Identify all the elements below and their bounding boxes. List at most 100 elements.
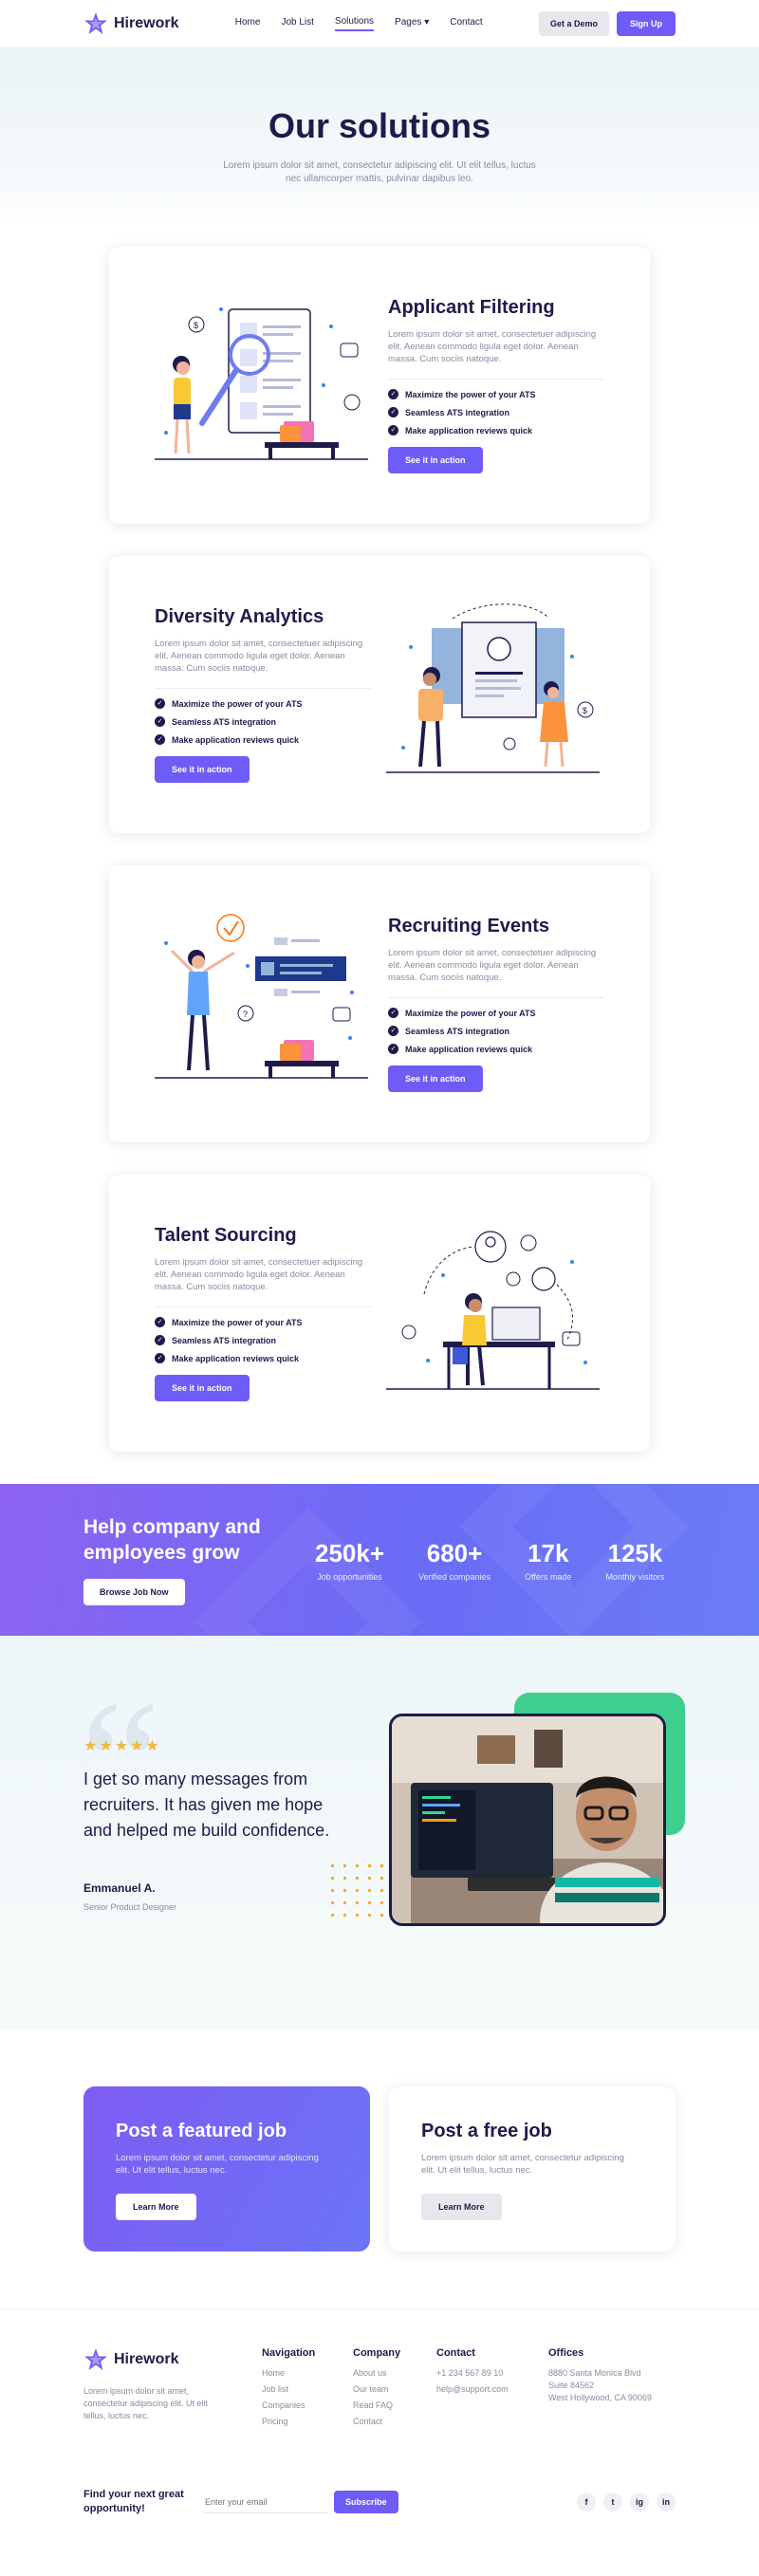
- check-circle-icon: ✓: [155, 734, 165, 745]
- feature-label: Make application reviews quick: [405, 1044, 533, 1054]
- instagram-icon[interactable]: ig: [630, 2493, 649, 2511]
- svg-text:$: $: [583, 706, 587, 715]
- check-circle-icon: ✓: [388, 1026, 398, 1036]
- solution-description: Lorem ipsum dolor sit amet, consectetuer…: [155, 1256, 371, 1307]
- feature-item: ✓ Seamless ATS integration: [388, 407, 604, 417]
- footer-phone[interactable]: +1 234 567 89 10: [436, 2368, 548, 2378]
- nav-home[interactable]: Home: [235, 17, 261, 30]
- twitter-icon[interactable]: t: [603, 2493, 622, 2511]
- featured-job-title: Post a featured job: [116, 2121, 287, 2141]
- nav-pages[interactable]: Pages ▾: [395, 17, 429, 30]
- free-job-text: Lorem ipsum dolor sit amet, consectetur …: [421, 2153, 624, 2176]
- brand-logo[interactable]: Hirework: [83, 11, 178, 36]
- feature-list: ✓ Maximize the power of your ATS ✓ Seamles…: [388, 1008, 604, 1054]
- feature-label: Make application reviews quick: [405, 425, 533, 436]
- linkedin-icon[interactable]: in: [657, 2493, 676, 2511]
- free-learn-more-button[interactable]: Learn More: [421, 2194, 502, 2220]
- free-job-card: Post a free job Lorem ipsum dolor sit am…: [389, 2086, 676, 2252]
- footer-email[interactable]: help@support.com: [436, 2384, 548, 2394]
- chevron-down-icon: ▾: [424, 17, 430, 28]
- featured-learn-more-button[interactable]: Learn More: [116, 2194, 196, 2220]
- check-circle-icon: ✓: [388, 1044, 398, 1054]
- solution-card-talent-sourcing: Talent Sourcing Lorem ipsum dolor sit am…: [109, 1175, 650, 1452]
- see-in-action-button[interactable]: See it in action: [388, 1066, 483, 1092]
- check-circle-icon: ✓: [388, 389, 398, 399]
- check-circle-icon: ✓: [155, 1335, 165, 1345]
- feature-label: Maximize the power of your ATS: [172, 698, 303, 709]
- feature-item: ✓ Seamless ATS integration: [155, 716, 371, 727]
- stat-label: Verified companies: [418, 1571, 491, 1582]
- nav-contact[interactable]: Contact: [450, 17, 482, 30]
- solution-description: Lorem ipsum dolor sit amet, consectetuer…: [388, 947, 604, 998]
- footer-link[interactable]: Job list: [262, 2384, 353, 2394]
- feature-label: Seamless ATS integration: [172, 1335, 277, 1345]
- solution-card-applicant-filtering: $ Applicant Filtering Lorem ipsum dolor …: [109, 247, 650, 524]
- feature-item: ✓ Make application reviews quick: [155, 1353, 371, 1363]
- feature-item: ✓ Maximize the power of your ATS: [388, 389, 604, 399]
- check-circle-icon: ✓: [388, 425, 398, 436]
- testimonial-section: “ ★★★★★ I get so many messages from recr…: [0, 1636, 759, 2029]
- nav-solutions[interactable]: Solutions: [334, 16, 375, 31]
- footer-brand-logo[interactable]: Hirework: [83, 2347, 262, 2372]
- footer-link[interactable]: Our team: [353, 2384, 436, 2394]
- browse-jobs-button[interactable]: Browse Job Now: [83, 1579, 185, 1605]
- nav-actions: Get a Demo Sign Up: [538, 11, 676, 36]
- feature-label: Maximize the power of your ATS: [172, 1317, 303, 1327]
- see-in-action-button[interactable]: See it in action: [388, 447, 483, 473]
- solution-title: Applicant Filtering: [388, 297, 555, 318]
- star-icon: ★: [114, 1738, 131, 1754]
- get-demo-button[interactable]: Get a Demo: [538, 11, 609, 36]
- footer-navigation: Navigation Home Job list Companies Prici…: [262, 2347, 353, 2433]
- feature-list: ✓ Maximize the power of your ATS ✓ Seamles…: [155, 698, 371, 745]
- footer-heading: Offices: [548, 2347, 584, 2359]
- facebook-icon[interactable]: f: [577, 2493, 596, 2511]
- stat-label: Offers made: [525, 1571, 572, 1582]
- page-title: Our solutions: [268, 106, 491, 145]
- feature-label: Make application reviews quick: [172, 1353, 300, 1363]
- feature-item: ✓ Make application reviews quick: [155, 734, 371, 745]
- star-logo-icon: [84, 12, 107, 34]
- featured-job-text: Lorem ipsum dolor sit amet, consectetur …: [116, 2153, 319, 2176]
- see-in-action-button[interactable]: See it in action: [155, 756, 250, 783]
- see-in-action-button[interactable]: See it in action: [155, 1375, 250, 1401]
- talent-sourcing-illustration: [386, 1218, 604, 1408]
- testimonial-role: Senior Product Designer: [83, 1902, 177, 1912]
- footer-heading: Company: [353, 2347, 401, 2359]
- star-icon: ★: [83, 1738, 100, 1754]
- diversity-analytics-illustration: $: [386, 600, 604, 789]
- check-circle-icon: ✓: [155, 716, 165, 727]
- footer-link[interactable]: Pricing: [262, 2417, 353, 2426]
- solution-card-text: Diversity Analytics Lorem ipsum dolor si…: [155, 606, 371, 783]
- check-circle-icon: ✓: [155, 698, 165, 709]
- check-circle-icon: ✓: [155, 1317, 165, 1327]
- nav-job-list[interactable]: Job List: [281, 17, 313, 30]
- feature-label: Maximize the power of your ATS: [405, 389, 536, 399]
- feature-item: ✓ Maximize the power of your ATS: [388, 1008, 604, 1018]
- newsletter-row: Find your next great opportunity! Subscr…: [83, 2488, 676, 2545]
- footer-link[interactable]: Companies: [262, 2400, 353, 2410]
- feature-label: Seamless ATS integration: [405, 1026, 510, 1036]
- feature-list: ✓ Maximize the power of your ATS ✓ Seamles…: [388, 389, 604, 436]
- check-circle-icon: ✓: [388, 407, 398, 417]
- feature-item: ✓ Maximize the power of your ATS: [155, 1317, 371, 1327]
- hero-subtitle: Lorem ipsum dolor sit amet, consectetur …: [223, 160, 536, 184]
- footer: Hirework Lorem ipsum dolor sit amet, con…: [0, 2308, 759, 2545]
- footer-link[interactable]: Contact: [353, 2417, 436, 2426]
- subscribe-button[interactable]: Subscribe: [334, 2491, 398, 2513]
- footer-link[interactable]: Home: [262, 2368, 353, 2378]
- svg-text:?: ?: [243, 1010, 248, 1019]
- footer-link[interactable]: About us: [353, 2368, 436, 2378]
- sign-up-button[interactable]: Sign Up: [616, 11, 676, 36]
- feature-label: Seamless ATS integration: [405, 407, 510, 417]
- newsletter-email-input[interactable]: [205, 2491, 328, 2513]
- testimonial-photo: [389, 1714, 666, 1926]
- footer-link[interactable]: Read FAQ: [353, 2400, 436, 2410]
- testimonial-text: ★★★★★ I get so many messages from recrui…: [83, 1736, 340, 1912]
- feature-list: ✓ Maximize the power of your ATS ✓ Seamles…: [155, 1317, 371, 1363]
- testimonial-author: Emmanuel A.: [83, 1881, 156, 1895]
- check-circle-icon: ✓: [155, 1353, 165, 1363]
- stats-banner: Help company and employees grow Browse J…: [0, 1484, 759, 1636]
- newsletter-cta: Find your next great opportunity!: [83, 2489, 184, 2514]
- footer-about-text: Lorem ipsum dolor sit amet, consectetur …: [83, 2386, 209, 2420]
- solution-description: Lorem ipsum dolor sit amet, consectetuer…: [155, 638, 371, 689]
